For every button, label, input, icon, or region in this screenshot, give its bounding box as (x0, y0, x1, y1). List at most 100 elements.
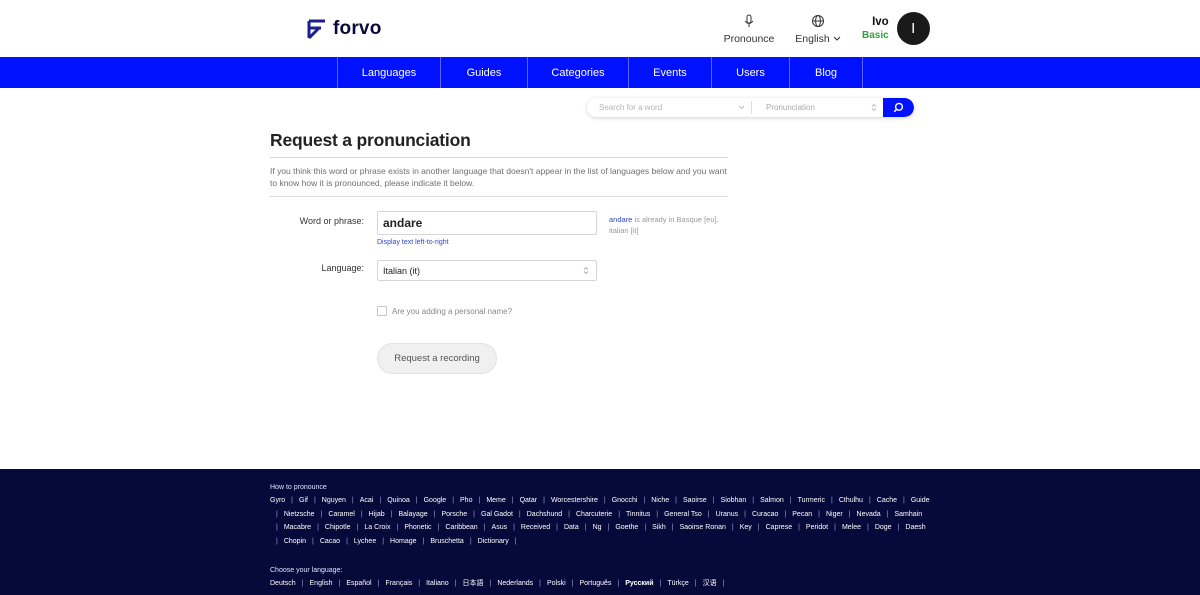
nav-item-events[interactable]: Events (629, 57, 712, 88)
footer-word-link[interactable]: Gyro (270, 494, 285, 508)
footer-word-link[interactable]: Key (740, 521, 752, 535)
footer-word-link[interactable]: Nguyen (322, 494, 346, 508)
footer-word-link[interactable]: Saoirse (683, 494, 707, 508)
footer-word-link[interactable]: Melee (842, 521, 861, 535)
footer-word-link[interactable]: Caprese (766, 521, 792, 535)
footer-word-link[interactable]: Curacao (752, 508, 778, 522)
footer-language-link[interactable]: English (310, 577, 333, 591)
avatar[interactable]: I (896, 12, 930, 45)
footer-word-link[interactable]: Lychee (354, 535, 376, 549)
footer-word-link[interactable]: Cache (877, 494, 897, 508)
footer-word-link[interactable]: Uranus (716, 508, 739, 522)
footer-word-link[interactable]: Nevada (857, 508, 881, 522)
footer-word-link[interactable]: Acai (360, 494, 374, 508)
footer-word-link[interactable]: Phonetic (404, 521, 431, 535)
footer-word-link[interactable]: Samhain (894, 508, 922, 522)
search-type-select[interactable]: Pronunciation (756, 103, 883, 112)
header: forvo Pronounce English Ivo Basic I (0, 0, 1200, 57)
nav-item-blog[interactable]: Blog (790, 57, 863, 88)
footer-word-link[interactable]: Chopin (284, 535, 306, 549)
footer-language-link[interactable]: Deutsch (270, 577, 296, 591)
footer-word-link[interactable]: Niger (826, 508, 843, 522)
footer-word-link[interactable]: Homage (390, 535, 416, 549)
footer-word-link[interactable]: Data (564, 521, 579, 535)
footer-word-link[interactable]: Gnocchi (612, 494, 638, 508)
footer-word-link[interactable]: Meme (486, 494, 505, 508)
choose-language-heading: Choose your language: (270, 566, 343, 574)
footer-word-link[interactable]: Hijab (369, 508, 385, 522)
footer-word-link[interactable]: Dictionary (478, 535, 509, 549)
existing-word-link[interactable]: andare (609, 215, 632, 224)
nav-item-categories[interactable]: Categories (528, 57, 629, 88)
footer-word-link[interactable]: Cacao (320, 535, 340, 549)
footer-language-link[interactable]: Português (580, 577, 612, 591)
footer-word-link[interactable]: General Tso (664, 508, 702, 522)
footer-word-link[interactable]: Google (424, 494, 447, 508)
footer-word-link[interactable]: Ng (593, 521, 602, 535)
footer-language-link[interactable]: Türkçe (667, 577, 688, 591)
footer-word-link[interactable]: Pecan (792, 508, 812, 522)
request-recording-button[interactable]: Request a recording (377, 343, 497, 374)
pronounce-button[interactable]: Pronounce (722, 13, 776, 45)
footer-word-link[interactable]: Quinoa (387, 494, 410, 508)
footer-language-link[interactable]: Русский (625, 577, 653, 591)
footer-word-link[interactable]: Tinnitus (626, 508, 650, 522)
footer-word-link[interactable]: Goethe (615, 521, 638, 535)
footer-word-link[interactable]: Dachshund (527, 508, 562, 522)
footer-word-link[interactable]: Siobhan (721, 494, 747, 508)
footer-language-link[interactable]: Nederlands (497, 577, 533, 591)
footer-language-link[interactable]: 日本語 (463, 577, 484, 591)
language-select[interactable]: Italian (it) (377, 260, 597, 281)
footer-word-link[interactable]: Guide (911, 494, 930, 508)
footer-word-link[interactable]: Caramel (328, 508, 354, 522)
footer-language-link[interactable]: 汉语 (703, 577, 717, 591)
footer-word-link[interactable]: Niche (651, 494, 669, 508)
footer-word-link[interactable]: Porsche (441, 508, 467, 522)
nav-items: Languages Guides Categories Events Users… (337, 57, 863, 88)
footer-word-link[interactable]: La Croix (364, 521, 390, 535)
separator: | (543, 497, 545, 504)
footer-word-link[interactable]: Sikh (652, 521, 666, 535)
footer-language-link[interactable]: Polski (547, 577, 566, 591)
footer-word-link[interactable]: Turmeric (798, 494, 825, 508)
footer-word-link[interactable]: Chipotle (325, 521, 351, 535)
user-menu[interactable]: Ivo Basic I (862, 12, 930, 45)
separator: | (511, 497, 514, 504)
footer-word-link[interactable]: Doge (875, 521, 892, 535)
chevron-down-icon[interactable] (735, 105, 747, 110)
footer-word-link[interactable]: Balayage (398, 508, 427, 522)
forvo-logo[interactable]: forvo (307, 17, 382, 41)
footer-word-link[interactable]: Saoirse Ronan (680, 521, 726, 535)
footer-language-link[interactable]: Français (385, 577, 412, 591)
footer-word-link[interactable]: Charcuterie (576, 508, 612, 522)
footer-word-link[interactable]: Caribbean (445, 521, 477, 535)
footer-word-link[interactable]: Received (521, 521, 550, 535)
word-input[interactable]: andare (377, 211, 597, 235)
separator: | (798, 524, 800, 532)
footer-language-link[interactable]: Italiano (426, 577, 449, 591)
search-type-label: Pronunciation (766, 103, 815, 112)
nav-item-guides[interactable]: Guides (441, 57, 528, 88)
footer-word-link[interactable]: Asus (492, 521, 508, 535)
footer-word-link[interactable]: Peridot (806, 521, 828, 535)
footer-word-link[interactable]: Bruschetta (430, 535, 463, 549)
footer-word-link[interactable]: Daesh (905, 521, 925, 535)
footer-word-link[interactable]: Worcestershire (551, 494, 598, 508)
footer-word-link[interactable]: Gif (299, 494, 308, 508)
footer-language-link[interactable]: Español (346, 577, 371, 591)
footer-word-link[interactable]: Gal Gadot (481, 508, 513, 522)
language-selector[interactable]: English (794, 13, 842, 45)
personal-name-checkbox[interactable] (377, 306, 387, 316)
search-input[interactable] (587, 98, 735, 117)
separator: | (789, 497, 792, 504)
nav-item-users[interactable]: Users (712, 57, 790, 88)
footer-word-link[interactable]: Qatar (520, 494, 538, 508)
footer-word-link[interactable]: Nietzsche (284, 508, 315, 522)
text-direction-link[interactable]: Display text left-to-right (377, 239, 449, 246)
footer-word-link[interactable]: Cthulhu (839, 494, 863, 508)
search-button[interactable] (883, 98, 914, 117)
footer-word-link[interactable]: Pho (460, 494, 472, 508)
nav-item-languages[interactable]: Languages (338, 57, 441, 88)
footer-word-link[interactable]: Macabre (284, 521, 311, 535)
footer-word-link[interactable]: Salmon (760, 494, 784, 508)
